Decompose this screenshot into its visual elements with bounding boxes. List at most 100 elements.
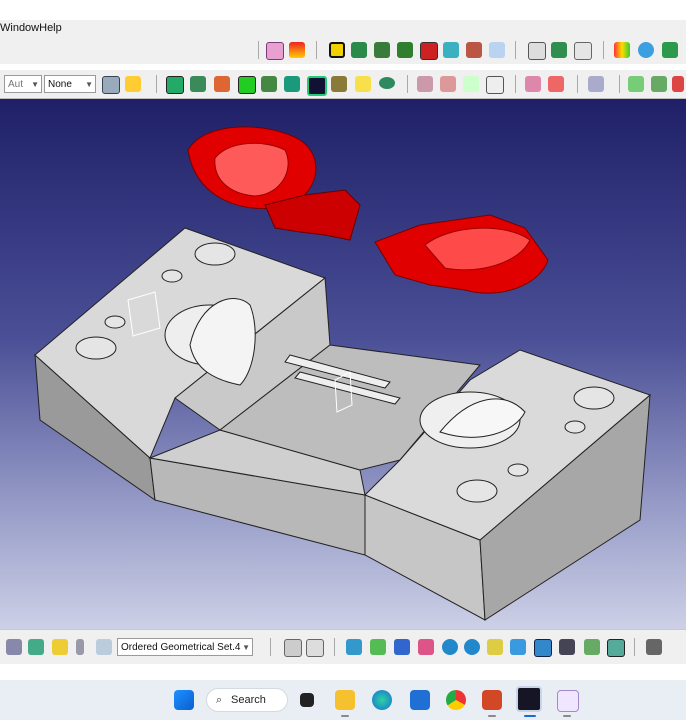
paint-icon[interactable] [557,690,579,712]
search-input[interactable]: ⌕ Search [206,688,288,712]
toolbar-separator [316,41,317,59]
surface-icon[interactable] [351,42,367,58]
toolbar-separator [334,638,335,656]
draft-angle-icon[interactable] [355,76,371,92]
search-icon: ⌕ [216,694,223,706]
chevron-down-icon: ▼ [31,80,39,89]
curve-icon[interactable] [528,42,546,60]
screw-hole [161,269,183,283]
windows-start-icon[interactable] [174,690,194,710]
store-icon[interactable] [410,690,430,710]
iso-view-icon[interactable] [534,639,552,657]
analysis-icon[interactable] [614,42,630,58]
rib-icon[interactable] [261,76,277,92]
powerpoint-icon[interactable] [482,690,502,710]
font-combo[interactable]: Aut ▼ [4,75,42,93]
toolbar-separator [515,75,516,93]
rotate-view-icon[interactable] [418,639,434,655]
zoom-out-icon[interactable] [464,639,480,655]
render-icon[interactable] [266,42,284,60]
toolbar-separator [603,41,604,59]
title-area [0,0,686,20]
fillet-icon[interactable] [307,76,327,96]
catia-icon[interactable] [516,686,542,712]
task-view-icon[interactable] [300,693,314,707]
translate-icon[interactable] [463,76,479,92]
shading-icon[interactable] [559,639,575,655]
pattern-icon[interactable] [417,76,433,92]
pocket-icon[interactable] [190,76,206,92]
more-icon[interactable] [672,76,684,92]
fill-icon[interactable] [551,42,567,58]
split-icon[interactable] [374,42,390,58]
quick-view-icon[interactable] [510,639,526,655]
measure-icon[interactable] [588,76,604,92]
screw-hole [104,315,126,329]
hole-icon[interactable] [238,76,256,94]
fit-all-icon[interactable] [370,639,386,655]
tree-icon[interactable] [28,639,44,655]
toolbar-separator [407,75,408,93]
edge-icon[interactable] [372,690,392,710]
active-indicator [488,715,496,717]
measure-icon[interactable] [52,639,68,655]
guide-hole [456,479,498,503]
explode-icon[interactable] [489,42,505,58]
line-combo[interactable]: None ▼ [44,75,96,93]
geometrical-set-icon[interactable] [96,639,112,655]
surface-analysis-icon[interactable] [628,76,644,92]
shaft-icon[interactable] [214,76,230,92]
assemble-icon[interactable] [548,76,564,92]
slot-icon[interactable] [284,76,300,92]
chevron-down-icon: ▼ [85,80,93,89]
fly-icon[interactable] [346,639,362,655]
line-combo-value: None [48,79,72,90]
hide-show-icon[interactable] [584,639,600,655]
zoom-in-icon[interactable] [442,639,458,655]
active-indicator [341,715,349,717]
toolbar-separator [515,41,516,59]
chrome-icon[interactable] [446,690,466,710]
shell-icon[interactable] [379,77,395,89]
brush-icon[interactable] [125,76,141,92]
toolbar-bottom: Ordered Geometrical Set.4 ▼ [0,629,686,664]
cavity-icon[interactable] [443,42,459,58]
3d-viewport[interactable] [0,99,686,629]
mirror-icon[interactable] [440,76,456,92]
toolbar-separator [258,41,259,59]
toolbar-separator [156,75,157,93]
toolbar-separator [619,75,620,93]
draft-icon[interactable] [662,42,678,58]
globe-icon[interactable] [638,42,654,58]
sweep-icon[interactable] [574,42,592,60]
menu-window[interactable]: Window [0,22,39,34]
normal-view-icon[interactable] [487,639,503,655]
boolean-icon[interactable] [525,76,541,92]
axis-icon[interactable] [306,639,324,657]
active-indicator [524,715,536,717]
menu-help[interactable]: Help [39,22,62,34]
chamfer-icon[interactable] [331,76,347,92]
painter-icon[interactable] [102,76,120,94]
core-icon[interactable] [420,42,438,60]
geometrical-set-combo[interactable]: Ordered Geometrical Set.4 ▼ [117,638,253,656]
material-icon[interactable] [289,42,305,58]
active-indicator [563,715,571,717]
swap-space-icon[interactable] [607,639,625,657]
extract-icon[interactable] [397,42,413,58]
update-icon[interactable] [284,639,302,657]
magnet-icon[interactable] [329,42,345,58]
guide-hole [75,336,117,360]
menu-bar: Window Help [0,20,686,36]
pan-icon[interactable] [394,639,410,655]
rotate-icon[interactable] [486,76,504,94]
pad-icon[interactable] [166,76,184,94]
font-combo-value: Aut [8,79,24,90]
tools-icon[interactable] [6,639,22,655]
file-explorer-icon[interactable] [335,690,355,710]
transfer-icon[interactable] [466,42,482,58]
catalog-icon[interactable] [76,639,84,655]
print-icon[interactable] [646,639,662,655]
curvature-icon[interactable] [651,76,667,92]
guide-hole [573,386,615,410]
